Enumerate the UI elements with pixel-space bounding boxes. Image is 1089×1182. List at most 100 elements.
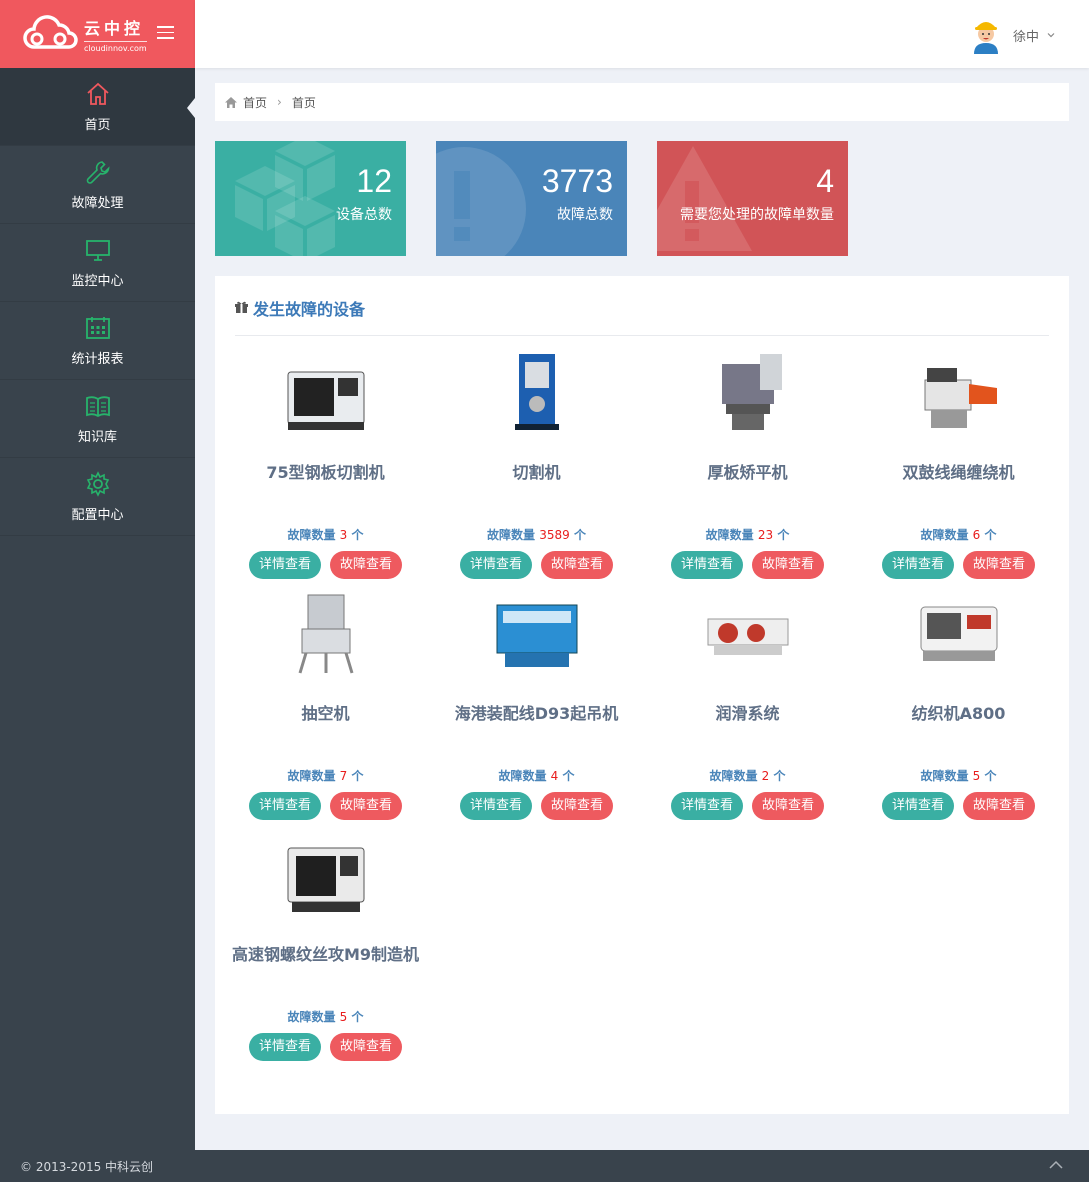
device-name[interactable]: 切割机 [431,462,642,506]
sidebar-item-reports[interactable]: 统计报表 [0,302,195,380]
device-image[interactable] [278,826,374,922]
fault-count-suffix: 个 [984,769,997,783]
gift-icon [235,301,248,313]
device-image[interactable] [911,344,1007,440]
fault-count-value: 3 [339,528,348,542]
device-name[interactable]: 75型钢板切割机 [220,462,431,506]
sidebar-item-config[interactable]: 配置中心 [0,458,195,536]
menu-toggle-icon[interactable] [157,26,174,40]
book-icon [85,395,110,417]
card-actions: 详情查看 故障查看 [431,551,642,579]
home-icon [86,82,109,105]
stat-value: 12 [356,163,392,199]
device-name[interactable]: 高速钢螺纹丝攻M9制造机 [220,944,431,988]
fault-count-prefix: 故障数量 [705,528,754,542]
breadcrumb-item-home[interactable]: 首页 [243,94,267,111]
device-name[interactable]: 润滑系统 [642,703,853,747]
device-image[interactable] [700,585,796,681]
brand-logo[interactable]: 云中控 cloudinnov.com [0,0,195,68]
chevron-down-icon [1047,33,1055,38]
fault-count: 故障数量 5 个 [220,1008,431,1025]
card-actions: 详情查看 故障查看 [220,792,431,820]
details-button[interactable]: 详情查看 [671,551,743,579]
fault-count-prefix: 故障数量 [287,769,336,783]
device-image[interactable] [278,344,374,440]
device-card: 高速钢螺纹丝攻M9制造机故障数量 5 个详情查看 故障查看 [220,826,431,1061]
sidebar-item-fault-handling[interactable]: 故障处理 [0,146,195,224]
calendar-icon [85,316,110,339]
user-menu[interactable]: 徐中 [971,16,1055,54]
view-faults-button[interactable]: 故障查看 [963,551,1035,579]
fault-count-value: 2 [761,769,770,783]
fault-count-value: 5 [972,769,981,783]
device-name[interactable]: 厚板矫平机 [642,462,853,506]
sidebar: 云中控 cloudinnov.com 首页 故障处理 监控中心 统计报表 知识库… [0,0,195,1150]
fault-count-suffix: 个 [351,1010,364,1024]
sidebar-item-label: 首页 [84,117,111,133]
device-name[interactable]: 双鼓线绳缠绕机 [853,462,1064,506]
copyright: © 2013-2015 中科云创 [20,1159,154,1174]
breadcrumb-separator-icon: › [277,95,282,109]
view-faults-button[interactable]: 故障查看 [330,792,402,820]
view-faults-button[interactable]: 故障查看 [541,551,613,579]
breadcrumb-item-current: 首页 [291,95,316,110]
device-card: 75型钢板切割机故障数量 3 个详情查看 故障查看 [220,344,431,579]
device-image[interactable] [911,585,1007,681]
details-button[interactable]: 详情查看 [882,792,954,820]
stat-card-pending-tickets[interactable]: 4 需要您处理的故障单数量 [657,141,848,256]
sidebar-item-label: 监控中心 [71,273,124,289]
details-button[interactable]: 详情查看 [460,792,532,820]
fault-count-prefix: 故障数量 [920,528,969,542]
cubes-icon [235,141,335,256]
details-button[interactable]: 详情查看 [671,792,743,820]
chevron-up-icon[interactable] [1049,1160,1063,1170]
card-actions: 详情查看 故障查看 [642,551,853,579]
view-faults-button[interactable]: 故障查看 [541,792,613,820]
fault-count: 故障数量 3589 个 [431,526,642,543]
top-bar: 徐中 [195,0,1089,68]
details-button[interactable]: 详情查看 [249,551,321,579]
fault-count-suffix: 个 [773,769,786,783]
details-button[interactable]: 详情查看 [249,792,321,820]
fault-count-suffix: 个 [351,769,364,783]
stat-label: 需要您处理的故障单数量 [680,207,834,223]
details-button[interactable]: 详情查看 [249,1033,321,1061]
details-button[interactable]: 详情查看 [460,551,532,579]
device-name[interactable]: 海港装配线D93起吊机 [431,703,642,747]
panel-title: 发生故障的设备 [253,300,366,319]
view-faults-button[interactable]: 故障查看 [963,792,1035,820]
fault-count-suffix: 个 [984,528,997,542]
sidebar-item-home[interactable]: 首页 [0,68,195,146]
device-image[interactable] [489,344,585,440]
fault-count: 故障数量 4 个 [431,767,642,784]
stat-value: 4 [816,163,834,199]
sidebar-item-label: 知识库 [77,429,117,445]
view-faults-button[interactable]: 故障查看 [752,792,824,820]
stat-value: 3773 [541,163,613,199]
fault-count: 故障数量 7 个 [220,767,431,784]
faulty-devices-panel: 发生故障的设备 75型钢板切割机 故障数量 3 个详情查看 故障查看 切割机 故障数量 … [215,276,1069,1114]
view-faults-button[interactable]: 故障查看 [330,551,402,579]
device-name[interactable]: 抽空机 [220,703,431,747]
fault-count: 故障数量 23 个 [642,526,853,543]
fault-count-value: 5 [339,1010,348,1024]
stat-card-devices[interactable]: 12 设备总数 [215,141,406,256]
card-actions: 详情查看 故障查看 [853,551,1064,579]
device-card: 润滑系统故障数量 2 个详情查看 故障查看 [642,585,853,820]
sidebar-item-monitoring[interactable]: 监控中心 [0,224,195,302]
device-name[interactable]: 纺织机A800 [853,703,1064,747]
fault-count-suffix: 个 [562,769,575,783]
device-image[interactable] [700,344,796,440]
card-actions: 详情查看 故障查看 [853,792,1064,820]
view-faults-button[interactable]: 故障查看 [330,1033,402,1061]
fault-count-prefix: 故障数量 [709,769,758,783]
fault-count: 故障数量 3 个 [220,526,431,543]
device-card: 纺织机A800 故障数量 5 个详情查看 故障查看 [853,585,1064,820]
device-image[interactable] [278,585,374,681]
device-image[interactable] [489,585,585,681]
view-faults-button[interactable]: 故障查看 [752,551,824,579]
sidebar-item-knowledge-base[interactable]: 知识库 [0,380,195,458]
stat-card-faults[interactable]: 3773 故障总数 [436,141,627,256]
details-button[interactable]: 详情查看 [882,551,954,579]
breadcrumb: 首页 › 首页 [215,83,1069,121]
